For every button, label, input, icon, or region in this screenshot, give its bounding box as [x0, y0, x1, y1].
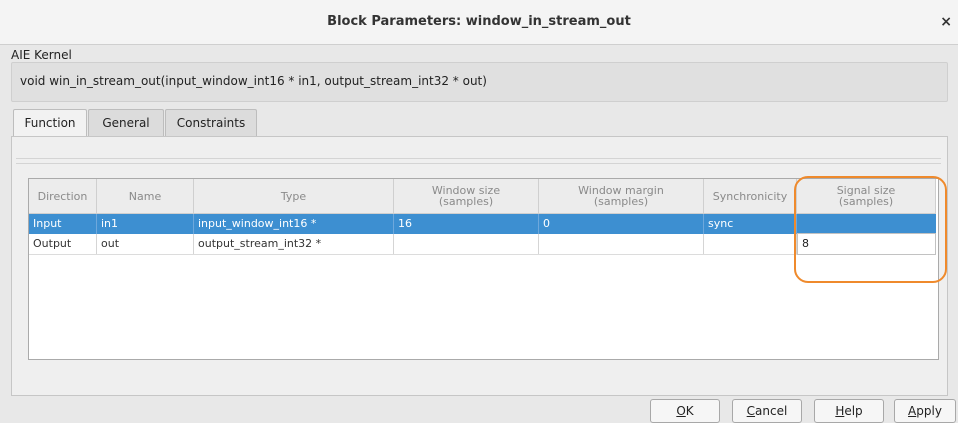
tab-general[interactable]: General — [88, 109, 164, 136]
apply-button[interactable]: Apply — [894, 399, 956, 423]
function-signature: void win_in_stream_out(input_window_int1… — [20, 74, 487, 88]
cell-type: input_window_int16 * — [194, 214, 394, 234]
close-icon[interactable]: × — [940, 14, 952, 30]
cancel-button[interactable]: Cancel — [732, 399, 802, 423]
cell-synchronicity[interactable] — [704, 234, 797, 254]
cell-window-size[interactable]: 16 — [394, 214, 539, 234]
column-header-direction[interactable]: Direction — [29, 179, 97, 214]
highlight-outline — [794, 176, 947, 283]
cell-synchronicity[interactable]: sync — [704, 214, 797, 234]
function-signature-box: void win_in_stream_out(input_window_int1… — [11, 62, 948, 102]
cell-window-size[interactable] — [394, 234, 539, 254]
cell-direction: Input — [29, 214, 97, 234]
column-header-window-margin[interactable]: Window margin (samples) — [539, 179, 704, 214]
tab-function[interactable]: Function — [13, 109, 87, 138]
column-header-window-size[interactable]: Window size (samples) — [394, 179, 539, 214]
ok-button[interactable]: OK — [650, 399, 720, 423]
cell-type: output_stream_int32 * — [194, 234, 394, 254]
column-header-name[interactable]: Name — [97, 179, 194, 214]
column-header-type[interactable]: Type — [194, 179, 394, 214]
tab-constraints[interactable]: Constraints — [165, 109, 257, 136]
cell-direction: Output — [29, 234, 97, 254]
cell-window-margin[interactable]: 0 — [539, 214, 704, 234]
help-button[interactable]: Help — [814, 399, 884, 423]
section-label: AIE Kernel — [11, 48, 72, 62]
cell-name: out — [97, 234, 194, 254]
column-header-synchronicity[interactable]: Synchronicity — [704, 179, 797, 214]
pane-divider — [16, 158, 941, 164]
cell-window-margin[interactable] — [539, 234, 704, 254]
cell-name: in1 — [97, 214, 194, 234]
title-bar: Block Parameters: window_in_stream_out × — [0, 0, 958, 45]
window-title: Block Parameters: window_in_stream_out — [327, 14, 631, 29]
